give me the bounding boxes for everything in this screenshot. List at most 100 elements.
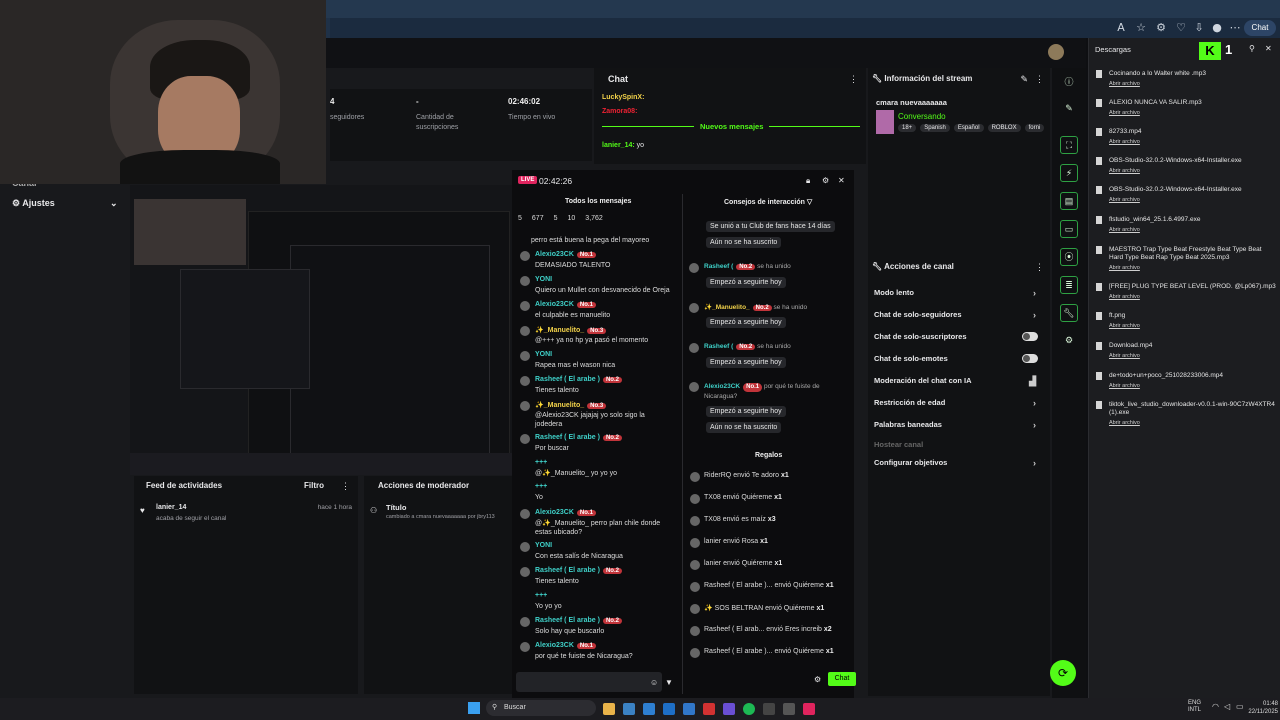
avatar[interactable] (520, 567, 530, 577)
settings-icon[interactable]: ⚙ (1060, 332, 1078, 350)
open-file-link[interactable]: Abrir archivo (1109, 322, 1277, 330)
volume-icon[interactable]: ◁ (1224, 702, 1230, 711)
chat-input[interactable] (516, 672, 662, 692)
lock-icon[interactable]: 🔒︎ (806, 176, 810, 186)
interaction-user[interactable]: Rasheef (No.2 se ha unido (704, 343, 791, 350)
file-icon[interactable]: ▤ (1060, 192, 1078, 210)
close-icon[interactable]: ✕ (838, 176, 845, 185)
mail-icon[interactable] (663, 703, 675, 715)
open-file-link[interactable]: Abrir archivo (1109, 80, 1277, 88)
refresh-icon[interactable]: ⟳ (1050, 660, 1076, 686)
chat-user[interactable]: ✨_Manuelito_ No.3 (535, 326, 607, 334)
open-file-link[interactable]: Abrir archivo (1109, 382, 1277, 390)
avatar[interactable] (690, 472, 700, 482)
avatar[interactable] (690, 582, 700, 592)
chat-user[interactable]: YONI (535, 542, 552, 549)
avatar[interactable] (689, 343, 699, 353)
avatar[interactable] (690, 494, 700, 504)
open-file-link[interactable]: Abrir archivo (1109, 167, 1277, 175)
avatar[interactable] (690, 648, 700, 658)
avatar[interactable] (520, 326, 530, 336)
nav-item-ajustes[interactable]: ⚙ Ajustes ⌄ (12, 198, 118, 209)
settings-icon[interactable]: ⚙ (814, 675, 821, 684)
interaction-user[interactable]: Alexio23CK No.1 por qué te fuiste de Nica… (704, 382, 854, 401)
wrench-icon[interactable]: 🔧︎ (1060, 304, 1078, 322)
profile-avatar[interactable]: ● (1210, 21, 1224, 35)
interaction-user[interactable]: ✨_Manuelito_ No.2 se ha unido (704, 303, 807, 311)
chat-user[interactable]: Alexio23CK No.1 (535, 642, 596, 649)
tiktok-icon[interactable] (803, 703, 815, 715)
chat-user[interactable]: YONI (535, 276, 552, 283)
action-banned-words[interactable]: Palabras baneadas › (874, 420, 1044, 430)
avatar[interactable] (689, 303, 699, 313)
more-icon[interactable]: ⋮ (849, 74, 858, 85)
action-subscribers-only[interactable]: Chat de solo-suscriptores (874, 332, 1044, 341)
tag[interactable]: Spanish (920, 124, 950, 132)
windows-start-icon[interactable] (468, 702, 480, 714)
avatar[interactable] (690, 516, 700, 526)
open-file-link[interactable]: Abrir archivo (1109, 419, 1277, 427)
favorite-icon[interactable]: ☆ (1134, 21, 1148, 35)
chat-user[interactable]: Rasheef ( El arabe ) No.2 (535, 617, 622, 624)
avatar[interactable] (690, 604, 700, 614)
action-followers-only[interactable]: Chat de solo-seguidores › (874, 310, 1044, 320)
read-aloud-icon[interactable]: A (1114, 21, 1128, 35)
pin-icon[interactable]: ⚲ (1249, 44, 1255, 53)
discord-icon[interactable] (723, 703, 735, 715)
menu-icon[interactable]: ⋯ (1228, 21, 1242, 35)
chat-user[interactable]: lanier_14: (602, 142, 635, 149)
chat-bubble-icon[interactable]: ▭ (1060, 220, 1078, 238)
avatar[interactable] (520, 276, 530, 286)
more-icon[interactable]: ⋮ (1035, 74, 1044, 85)
avatar[interactable] (690, 626, 700, 636)
avatar[interactable] (520, 642, 530, 652)
settings-icon[interactable]: ⚙ (822, 176, 829, 185)
avatar[interactable] (689, 382, 699, 392)
avatar[interactable] (520, 542, 530, 552)
user-avatar[interactable] (1048, 44, 1064, 60)
toggle-switch[interactable] (1022, 354, 1038, 363)
close-icon[interactable]: ✕ (1265, 44, 1272, 53)
edit-icon[interactable]: ✎ (1020, 74, 1028, 85)
tag[interactable]: forni (1024, 124, 1045, 132)
chat-user[interactable]: YONI (535, 351, 552, 358)
favorites-list-icon[interactable]: ♡ (1174, 21, 1188, 35)
tag[interactable]: ROBLOX (987, 124, 1021, 132)
avatar[interactable] (520, 509, 530, 519)
avatar[interactable] (690, 560, 700, 570)
open-file-link[interactable]: Abrir archivo (1109, 264, 1277, 272)
action-configure-goals[interactable]: Configurar objetivos › (874, 458, 1044, 468)
taskbar-search[interactable]: ⚲ Buscar (486, 700, 596, 716)
filter-button[interactable]: Filtro (304, 481, 324, 490)
tag[interactable]: 18+ (898, 124, 917, 132)
avatar[interactable] (520, 401, 530, 411)
stack-icon[interactable]: ≣ (1060, 276, 1078, 294)
chat-user[interactable]: Rasheef ( El arabe ) No.2 (535, 434, 622, 441)
broadcast-icon[interactable]: ⦿ (1060, 248, 1078, 266)
open-file-link[interactable]: Abrir archivo (1109, 138, 1277, 146)
copilot-chat-button[interactable]: Chat (1244, 20, 1276, 36)
all-messages-tab[interactable]: Todos los mensajes (565, 198, 631, 205)
chat-user[interactable]: +++ (535, 592, 547, 599)
edit-icon[interactable]: ✎ (1060, 100, 1078, 118)
info-icon[interactable]: ⓘ (1060, 74, 1078, 92)
toggle-switch[interactable] (1022, 332, 1038, 341)
avatar[interactable] (520, 301, 530, 311)
open-file-link[interactable]: Abrir archivo (1109, 109, 1277, 117)
chat-user[interactable]: +++ (535, 483, 547, 490)
more-icon[interactable]: ⋮ (341, 481, 350, 492)
open-file-link[interactable]: Abrir archivo (1109, 352, 1277, 360)
edge-icon[interactable] (623, 703, 635, 715)
feed-user[interactable]: lanier_14 (156, 504, 186, 511)
spotify-icon[interactable] (743, 703, 755, 715)
avatar[interactable] (520, 351, 530, 361)
open-file-link[interactable]: Abrir archivo (1109, 226, 1277, 234)
language-indicator[interactable]: ENG INTL (1188, 700, 1201, 714)
extensions-icon[interactable]: ⚙ (1154, 21, 1168, 35)
tag[interactable]: Español (953, 124, 984, 132)
filter-icon[interactable]: ▼ (665, 678, 673, 687)
youtube-icon[interactable] (703, 703, 715, 715)
avatar[interactable] (520, 376, 530, 386)
chat-user[interactable]: Alexio23CK No.1 (535, 509, 596, 516)
chat-user[interactable]: Alexio23CK No.1 (535, 301, 596, 308)
